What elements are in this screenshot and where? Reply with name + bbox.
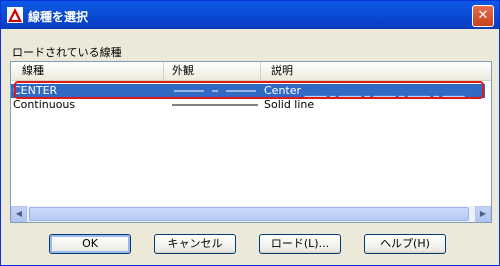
close-button[interactable]: ✕	[472, 5, 494, 27]
column-header-appearance[interactable]: 外観	[164, 62, 261, 80]
arrow-right-icon: ▶	[479, 209, 487, 218]
scroll-right-button[interactable]: ▶	[475, 206, 491, 222]
linetype-name: Continuous	[13, 98, 76, 111]
linetype-appearance-preview	[172, 104, 258, 106]
linetype-description: Solid line	[264, 98, 315, 111]
autocad-app-icon	[7, 7, 23, 23]
list-row-continuous[interactable]: Continuous Solid line	[11, 98, 485, 112]
column-header-linetype[interactable]: 線種	[11, 62, 164, 80]
title-bar[interactable]: 線種を選択 ✕	[1, 1, 499, 29]
scrollbar-thumb[interactable]	[29, 207, 469, 221]
close-icon: ✕	[477, 8, 489, 23]
window-title: 線種を選択	[28, 10, 89, 24]
ok-button[interactable]: OK	[49, 234, 131, 254]
selection-highlight-outline	[14, 81, 484, 99]
select-linetype-dialog: 線種を選択 ✕ ロードされている線種 線種 外観 説明 CENTER Cente…	[0, 0, 500, 266]
arrow-left-icon: ◀	[15, 209, 23, 218]
loaded-linetypes-label: ロードされている線種	[12, 46, 122, 59]
cancel-button[interactable]: キャンセル	[154, 234, 236, 254]
column-header-description[interactable]: 説明	[261, 62, 491, 80]
linetype-list[interactable]: 線種 外観 説明 CENTER Center ____ _ ____ _ ___…	[10, 61, 492, 223]
help-button[interactable]: ヘルプ(H)	[364, 234, 446, 254]
list-header: 線種 外観 説明	[11, 62, 491, 81]
horizontal-scrollbar[interactable]: ◀ ▶	[11, 206, 491, 222]
load-button[interactable]: ロード(L)...	[259, 234, 341, 254]
scroll-left-button[interactable]: ◀	[11, 206, 27, 222]
